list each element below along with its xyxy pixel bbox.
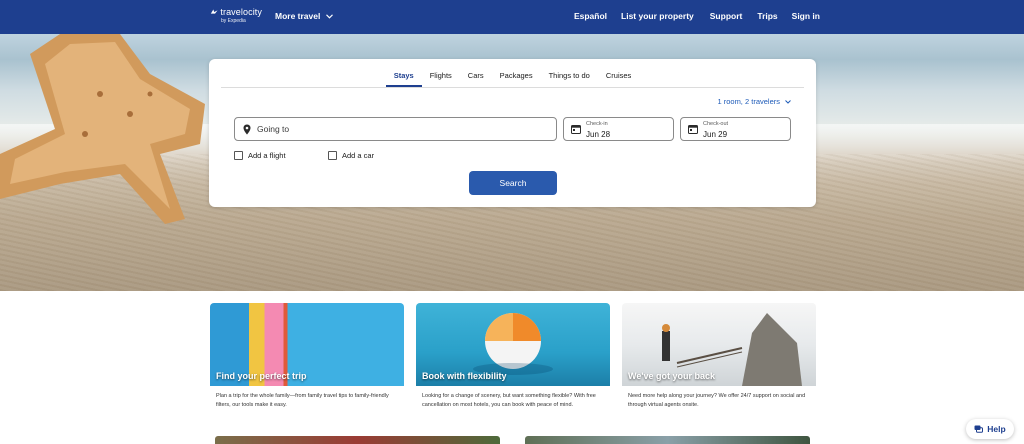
add-flight-label: Add a flight: [248, 151, 286, 160]
trips-link[interactable]: Trips: [757, 11, 777, 21]
bird-logo-icon: [210, 9, 218, 14]
feature-card-perfect-trip[interactable]: Find your perfect trip Plan a trip for t…: [210, 303, 404, 409]
location-pin-icon: [243, 124, 251, 134]
going-to-placeholder: Going to: [257, 124, 290, 134]
check-out-field[interactable]: Check-out Jun 29: [680, 117, 791, 141]
chevron-down-icon: [785, 99, 791, 104]
check-in-field[interactable]: Check-in Jun 28: [563, 117, 674, 141]
search-tabs: Stays Flights Cars Packages Things to do…: [209, 59, 816, 87]
promo-thumbnail[interactable]: [525, 436, 810, 444]
add-car-checkbox[interactable]: Add a car: [328, 151, 374, 160]
tab-stays[interactable]: Stays: [385, 59, 422, 87]
tab-packages[interactable]: Packages: [500, 59, 533, 87]
help-button[interactable]: Help: [966, 419, 1014, 439]
checkbox-square[interactable]: [328, 151, 337, 160]
add-flight-checkbox[interactable]: Add a flight: [234, 151, 286, 160]
check-in-label: Check-in: [586, 121, 608, 127]
card-image-colorful-street[interactable]: Find your perfect trip: [210, 303, 404, 386]
help-label: Help: [987, 424, 1006, 434]
checkbox-square[interactable]: [234, 151, 243, 160]
header-links: Español List your property Support Trips…: [574, 11, 820, 21]
feature-card-support[interactable]: We've got your back Need more help along…: [622, 303, 816, 409]
starfish-image: [0, 34, 205, 224]
list-your-property-link[interactable]: List your property: [621, 11, 694, 21]
chevron-down-icon: [326, 13, 334, 19]
sign-in-link[interactable]: Sign in: [792, 11, 820, 21]
calendar-icon: [688, 125, 698, 134]
card-image-beach-ball-pool[interactable]: Book with flexibility: [416, 303, 610, 386]
card-description: Looking for a change of scenery, but wan…: [422, 393, 596, 408]
card-title: Find your perfect trip: [216, 371, 307, 381]
logo-subtext: by Expedia: [221, 18, 246, 24]
travelocity-logo[interactable]: travelocity by Expedia: [210, 7, 262, 27]
search-button[interactable]: Search: [469, 171, 557, 195]
check-in-value: Jun 28: [586, 130, 611, 139]
travelers-selector[interactable]: 1 room, 2 travelers: [717, 97, 791, 106]
going-to-input[interactable]: Going to: [234, 117, 557, 141]
more-travel-menu[interactable]: More travel: [275, 11, 334, 21]
check-out-value: Jun 29: [703, 130, 728, 139]
card-description: Plan a trip for the whole family—from fa…: [216, 393, 389, 408]
feature-card-flexibility[interactable]: Book with flexibility Looking for a chan…: [416, 303, 610, 409]
card-title: We've got your back: [628, 371, 715, 381]
espanol-link[interactable]: Español: [574, 11, 607, 21]
card-image-rope-bridge[interactable]: We've got your back: [622, 303, 816, 386]
card-description: Need more help along your journey? We of…: [628, 393, 806, 408]
logo-text: travelocity: [220, 7, 262, 17]
travelers-label: 1 room, 2 travelers: [717, 97, 780, 106]
more-travel-label: More travel: [275, 11, 321, 21]
card-title: Book with flexibility: [422, 371, 507, 381]
calendar-icon: [571, 125, 581, 134]
tab-cruises[interactable]: Cruises: [606, 59, 631, 87]
promo-thumbnail[interactable]: [215, 436, 500, 444]
logo-wordmark: travelocity: [210, 7, 262, 17]
tab-cars[interactable]: Cars: [468, 59, 484, 87]
search-panel: Stays Flights Cars Packages Things to do…: [209, 59, 816, 207]
tab-things-to-do[interactable]: Things to do: [549, 59, 590, 87]
tab-flights[interactable]: Flights: [430, 59, 452, 87]
tab-divider: [221, 87, 804, 88]
top-nav-bar: travelocity by Expedia More travel Españ…: [0, 0, 1024, 34]
add-car-label: Add a car: [342, 151, 375, 160]
support-link[interactable]: Support: [710, 11, 743, 21]
chat-bubble-icon: [974, 425, 984, 433]
check-out-label: Check-out: [703, 121, 729, 127]
